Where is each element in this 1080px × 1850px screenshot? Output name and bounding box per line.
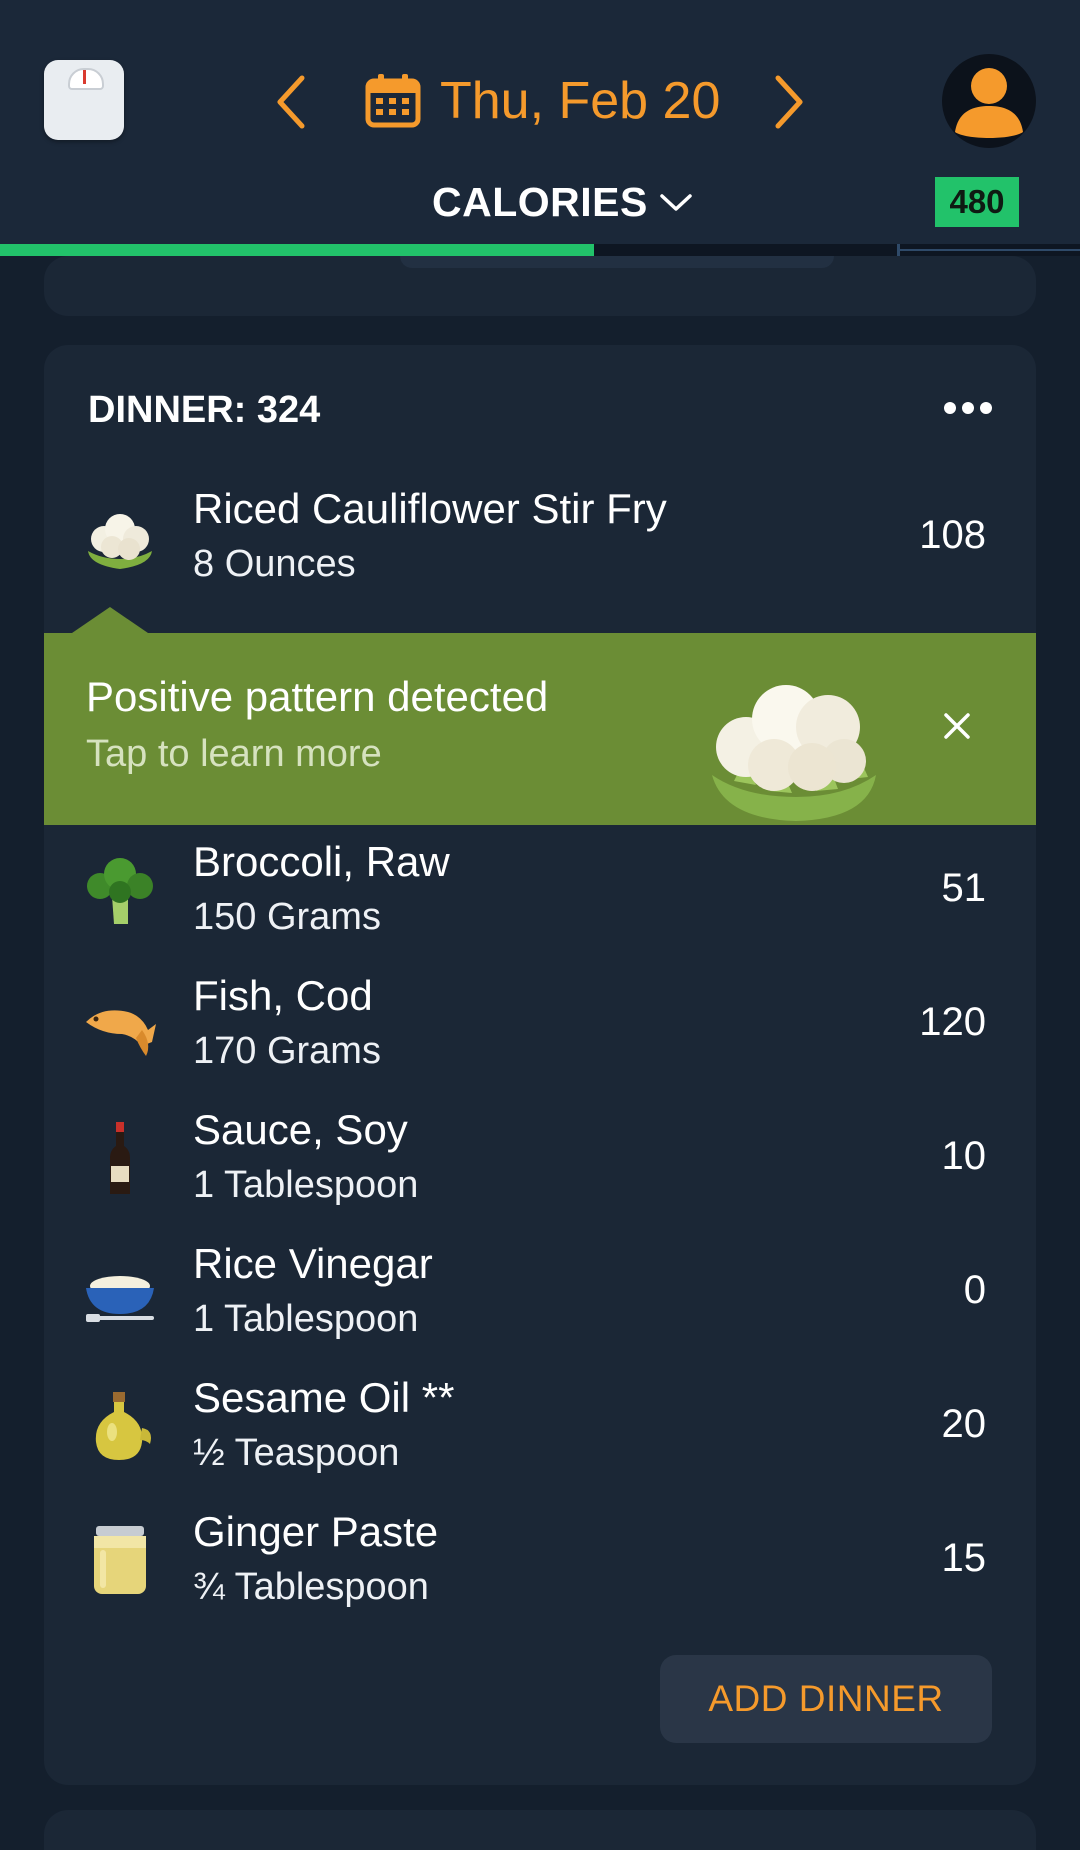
food-name: Rice Vinegar bbox=[193, 1240, 433, 1287]
positive-pattern-banner[interactable]: Positive pattern detected Tap to learn m… bbox=[44, 607, 1036, 825]
food-name: Riced Cauliflower Stir Fry bbox=[193, 485, 667, 532]
food-amount: ½ Teaspoon bbox=[193, 1432, 400, 1474]
progress-fill bbox=[0, 244, 594, 256]
food-calories: 15 bbox=[941, 1536, 987, 1580]
banner-close-button[interactable] bbox=[940, 709, 974, 743]
food-calories: 108 bbox=[919, 513, 986, 557]
food-calories: 20 bbox=[941, 1402, 987, 1446]
banner-subtitle: Tap to learn more bbox=[86, 733, 382, 775]
food-name: Sauce, Soy bbox=[193, 1106, 408, 1153]
food-name: Broccoli, Raw bbox=[193, 838, 450, 885]
previous-meal-card bbox=[44, 256, 1036, 316]
remaining-calories-badge: 480 bbox=[935, 177, 1019, 227]
rice-bowl-icon bbox=[82, 1254, 158, 1330]
next-day-button[interactable] bbox=[768, 72, 808, 132]
chevron-left-icon bbox=[277, 75, 305, 129]
banner-pointer bbox=[72, 607, 148, 633]
cauliflower-icon bbox=[82, 499, 158, 575]
soy-sauce-bottle-icon bbox=[82, 1120, 158, 1196]
top-header: Thu, Feb 20 CALORIES 480 bbox=[0, 0, 1080, 244]
cauliflower-icon bbox=[704, 673, 884, 823]
food-amount: 8 Ounces bbox=[193, 543, 356, 585]
add-dinner-button[interactable]: ADD DINNER bbox=[660, 1655, 992, 1743]
food-row[interactable]: Ginger Paste ¾ Tablespoon 15 bbox=[44, 1496, 1036, 1624]
weigh-in-scale-button[interactable] bbox=[44, 60, 124, 140]
next-meal-card bbox=[44, 1810, 1036, 1850]
food-row[interactable]: Broccoli, Raw 150 Grams 51 bbox=[44, 826, 1036, 954]
food-calories: 120 bbox=[919, 1000, 986, 1044]
metric-label: CALORIES bbox=[432, 178, 648, 225]
metric-selector[interactable]: CALORIES bbox=[432, 172, 694, 232]
food-row[interactable]: Fish, Cod 170 Grams 120 bbox=[44, 960, 1036, 1088]
oil-bottle-icon bbox=[82, 1388, 158, 1464]
chevron-right-icon bbox=[775, 75, 803, 129]
user-icon bbox=[955, 68, 1023, 138]
food-row[interactable]: Sauce, Soy 1 Tablespoon 10 bbox=[44, 1094, 1036, 1222]
food-amount: 150 Grams bbox=[193, 896, 381, 938]
fish-icon bbox=[82, 986, 158, 1062]
banner-title: Positive pattern detected bbox=[86, 673, 549, 720]
dinner-title: DINNER: 324 bbox=[88, 389, 321, 431]
chevron-down-icon bbox=[660, 194, 692, 211]
previous-card-button-remnant bbox=[400, 256, 834, 268]
food-row[interactable]: Riced Cauliflower Stir Fry 8 Ounces 108 bbox=[44, 473, 1036, 601]
food-amount: 1 Tablespoon bbox=[193, 1298, 419, 1340]
previous-day-button[interactable] bbox=[272, 72, 312, 132]
progress-divider bbox=[900, 249, 1080, 251]
more-horizontal-icon bbox=[944, 402, 992, 414]
food-amount: 170 Grams bbox=[193, 1030, 381, 1072]
broccoli-icon bbox=[82, 852, 158, 928]
food-calories: 0 bbox=[963, 1268, 986, 1312]
calendar-icon bbox=[365, 74, 421, 128]
scale-icon bbox=[68, 68, 104, 90]
dinner-card: DINNER: 324 Riced Cauliflower Stir Fry 8… bbox=[44, 345, 1036, 1785]
food-name: Sesame Oil ** bbox=[193, 1374, 455, 1421]
dinner-more-options-button[interactable] bbox=[940, 397, 996, 419]
scale-needle bbox=[83, 70, 86, 84]
date-selector[interactable]: Thu, Feb 20 bbox=[364, 66, 720, 136]
close-icon bbox=[944, 713, 970, 739]
food-row[interactable]: Sesame Oil ** ½ Teaspoon 20 bbox=[44, 1362, 1036, 1490]
food-name: Fish, Cod bbox=[193, 972, 373, 1019]
profile-avatar-button[interactable] bbox=[942, 54, 1036, 148]
food-amount: 1 Tablespoon bbox=[193, 1164, 419, 1206]
food-amount: ¾ Tablespoon bbox=[193, 1566, 429, 1608]
jar-icon bbox=[82, 1522, 158, 1598]
food-calories: 10 bbox=[941, 1134, 987, 1178]
calorie-progress-bar bbox=[0, 244, 1080, 256]
food-calories: 51 bbox=[941, 866, 987, 910]
food-row[interactable]: Rice Vinegar 1 Tablespoon 0 bbox=[44, 1228, 1036, 1356]
food-name: Ginger Paste bbox=[193, 1508, 439, 1555]
current-date: Thu, Feb 20 bbox=[440, 72, 721, 130]
